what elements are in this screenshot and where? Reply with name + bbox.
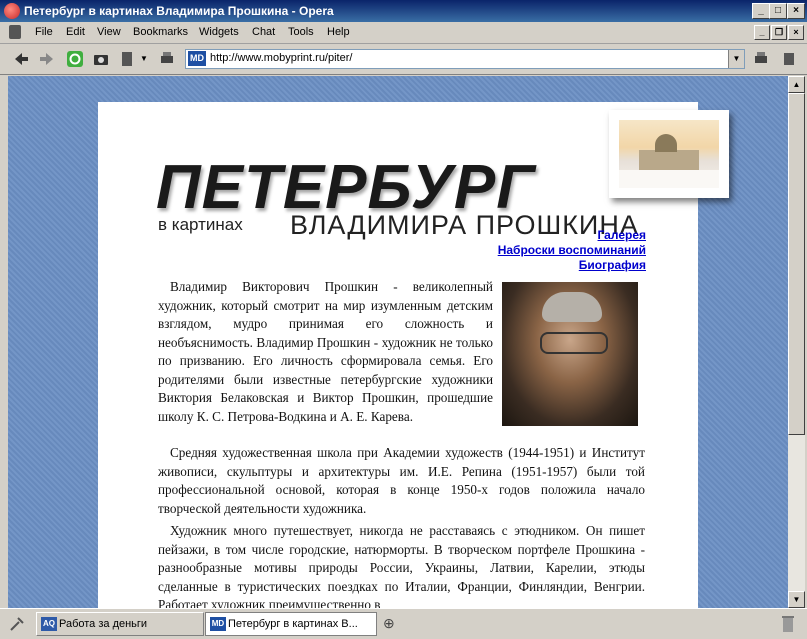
scroll-down-icon[interactable]: ▼ <box>788 591 805 608</box>
page-restore-icon[interactable]: ❐ <box>771 25 787 40</box>
nav-link-gallery[interactable]: Галерея <box>498 228 646 243</box>
print-icon[interactable] <box>158 50 176 68</box>
menu-chat[interactable]: Chat <box>252 26 275 38</box>
window-title-bar[interactable]: Петербург в картинах Владимира Прошкина … <box>0 0 807 22</box>
site-favicon-icon: MD <box>188 51 206 66</box>
scroll-up-icon[interactable]: ▲ <box>788 76 805 93</box>
painting-building <box>639 150 699 170</box>
tools-wrench-icon[interactable] <box>8 615 26 633</box>
left-panel-gutter[interactable] <box>0 76 8 608</box>
featured-painting-thumbnail[interactable] <box>609 110 729 198</box>
menu-help[interactable]: Help <box>327 26 350 38</box>
address-dropdown-icon[interactable]: ▼ <box>728 50 744 68</box>
page-content: ПЕТЕРБУРГ в картинах ВЛАДИМИРА ПРОШКИНА … <box>98 102 729 608</box>
nav-link-biography[interactable]: Биография <box>498 258 646 273</box>
menu-view[interactable]: View <box>97 26 121 38</box>
forward-arrow-icon[interactable] <box>38 50 56 68</box>
page-subtitle-small: в картинах <box>158 215 243 234</box>
tab-peterburg[interactable]: MD Петербург в картинах В... <box>205 612 377 636</box>
address-url[interactable]: http://www.mobyprint.ru/piter/ <box>210 52 352 64</box>
menu-edit[interactable]: Edit <box>66 26 85 38</box>
tab-label: Работа за деньги <box>59 618 148 630</box>
camera-icon[interactable] <box>92 50 110 68</box>
bio-paragraph-1: Владимир Викторович Прошкин - великолепн… <box>158 279 493 424</box>
menu-file[interactable]: File <box>35 26 53 38</box>
bio-paragraph-3: Художник много путешествует, никогда не … <box>158 523 645 608</box>
tab-work-money[interactable]: AQ Работа за деньги <box>36 612 204 636</box>
tab-favicon-icon: MD <box>210 617 226 632</box>
menu-widgets[interactable]: Widgets <box>199 26 239 38</box>
menu-tools[interactable]: Tools <box>288 26 314 38</box>
opera-logo-icon <box>4 3 20 19</box>
site-navigation: Галерея Наброски воспоминаний Биография <box>498 228 646 273</box>
nav-link-memoirs[interactable]: Наброски воспоминаний <box>498 243 646 258</box>
artist-portrait <box>502 282 638 426</box>
page-viewport: ПЕТЕРБУРГ в картинах ВЛАДИМИРА ПРОШКИНА … <box>8 76 788 608</box>
back-arrow-icon[interactable] <box>12 50 30 68</box>
minimize-icon[interactable]: _ <box>752 3 770 19</box>
tab-label: Петербург в картинах В... <box>228 618 358 630</box>
bio-paragraph-2: Средняя художественная школа при Академи… <box>158 445 645 516</box>
vertical-scrollbar[interactable]: ▲ ▼ <box>788 76 805 608</box>
window-title: Петербург в картинах Владимира Прошкина … <box>24 4 334 18</box>
new-tab-plus-icon[interactable]: ⊕ <box>383 615 395 632</box>
page-minimize-icon[interactable]: _ <box>754 25 770 40</box>
search-print-icon[interactable] <box>752 50 770 68</box>
reload-icon[interactable] <box>66 50 84 68</box>
painting-snow <box>619 170 719 188</box>
page-icon[interactable] <box>118 50 136 68</box>
portrait-glasses <box>540 332 608 354</box>
menu-bar: File Edit View Bookmarks Widgets Chat To… <box>0 22 807 44</box>
portrait-hair <box>542 292 602 322</box>
extra-toolbar-icon[interactable] <box>780 50 798 68</box>
page-close-icon[interactable]: × <box>788 25 804 40</box>
painting-dome <box>655 134 677 152</box>
document-menu-icon[interactable] <box>9 25 21 39</box>
trash-icon[interactable] <box>780 614 796 634</box>
address-bar[interactable]: MD http://www.mobyprint.ru/piter/ ▼ <box>185 49 745 69</box>
dropdown-arrow-icon[interactable]: ▼ <box>140 50 158 68</box>
tab-favicon-icon: AQ <box>41 617 57 632</box>
painting-image <box>619 120 719 188</box>
menu-bookmarks[interactable]: Bookmarks <box>133 26 188 38</box>
scrollbar-thumb[interactable] <box>788 93 805 435</box>
close-icon[interactable]: × <box>787 3 805 19</box>
maximize-icon[interactable]: □ <box>769 3 787 19</box>
tab-bar: AQ Работа за деньги MD Петербург в картина… <box>0 608 807 639</box>
